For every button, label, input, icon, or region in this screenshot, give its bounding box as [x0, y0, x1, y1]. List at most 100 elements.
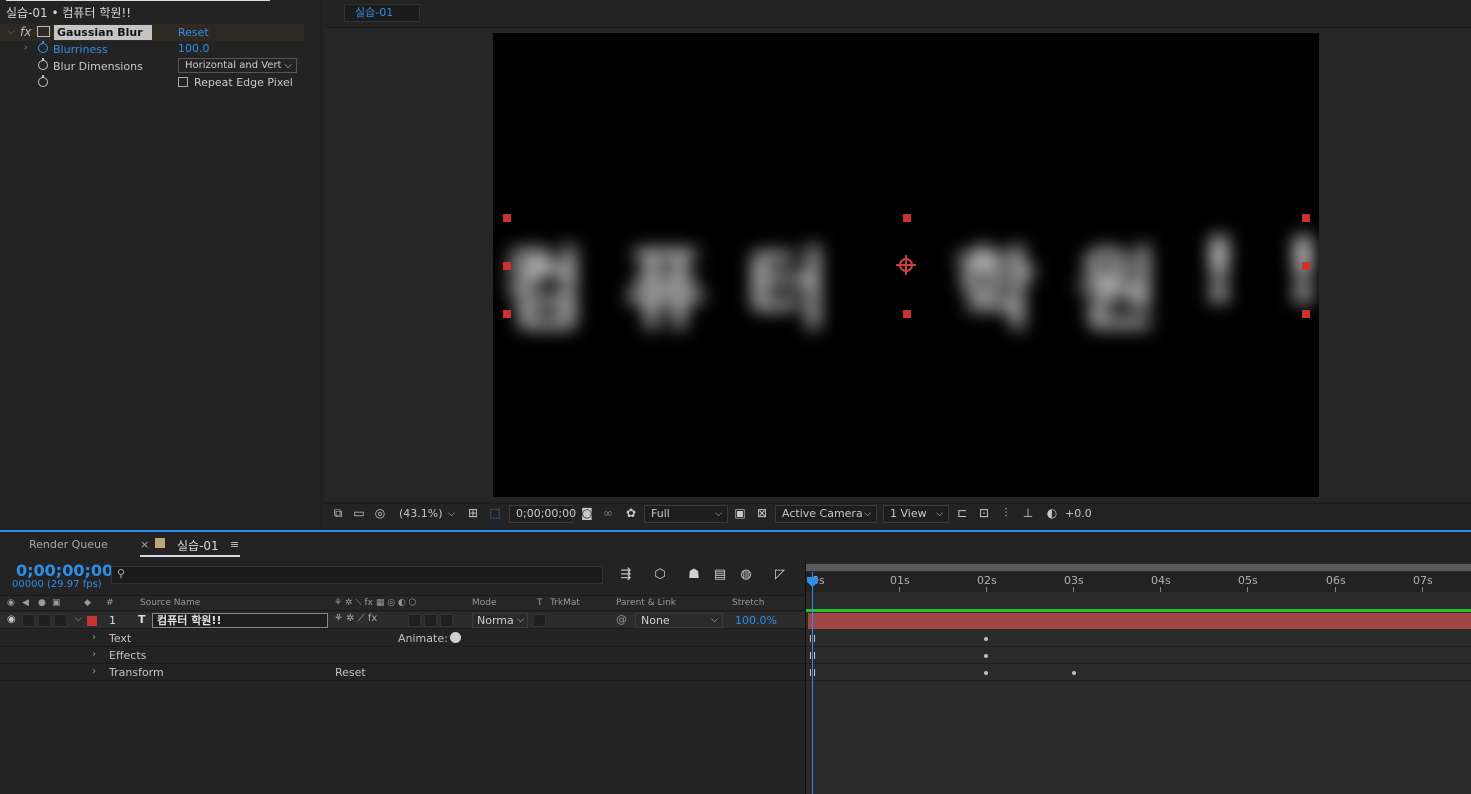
col-mode[interactable]: Mode: [472, 598, 497, 608]
composition-flowchart-icon[interactable]: ⊥: [1021, 506, 1035, 520]
resolution-dropdown[interactable]: Full ⌵: [644, 505, 728, 523]
show-snapshot-icon[interactable]: ∞: [601, 506, 615, 520]
switch-box[interactable]: [440, 614, 453, 627]
transform-handle[interactable]: [1302, 214, 1310, 222]
blur-dimensions-dropdown[interactable]: Horizontal and Vert ⌵: [178, 58, 297, 73]
lock-toggle[interactable]: [54, 614, 67, 627]
current-time-indicator[interactable]: [812, 572, 813, 794]
property-transform-label[interactable]: Transform: [109, 666, 164, 679]
transform-handle[interactable]: [903, 214, 911, 222]
exposure-reset-icon[interactable]: ◐: [1045, 506, 1059, 520]
audio-toggle[interactable]: [22, 614, 35, 627]
layer-switches-icons[interactable]: ⚘ ✲ ⟋ fx: [334, 613, 377, 624]
blurred-text-char: 학: [955, 238, 1036, 341]
keyframe-dot[interactable]: [984, 654, 988, 658]
trkmat-box[interactable]: [533, 614, 546, 627]
transform-handle[interactable]: [1302, 310, 1310, 318]
timeline-graph-area[interactable]: [806, 562, 1471, 794]
col-source-name[interactable]: Source Name: [140, 598, 200, 608]
col-trkmat[interactable]: TrkMat: [550, 598, 580, 608]
parent-dropdown[interactable]: None ⌵: [635, 613, 723, 628]
property-effects-label[interactable]: Effects: [109, 649, 146, 662]
chevron-right-icon[interactable]: ›: [92, 666, 96, 677]
switch-box[interactable]: [424, 614, 437, 627]
anchor-point-icon[interactable]: [896, 255, 916, 275]
blurriness-value[interactable]: 100.0: [178, 42, 210, 55]
current-time-display[interactable]: 0;00;00;00: [16, 561, 113, 580]
audio-icon[interactable]: ◀: [22, 598, 29, 608]
color-channels-icon[interactable]: ✿: [624, 506, 638, 520]
blend-mode-dropdown[interactable]: Norma ⌵: [472, 613, 528, 628]
chevron-right-icon[interactable]: ›: [92, 649, 96, 660]
grid-icon[interactable]: ⊞: [466, 506, 480, 520]
solo-toggle[interactable]: [38, 614, 51, 627]
frame-blending-icon[interactable]: ▤: [711, 567, 729, 583]
fast-preview-icon[interactable]: ▣: [733, 506, 747, 520]
transform-handle[interactable]: [503, 310, 511, 318]
chevron-right-icon[interactable]: ›: [92, 632, 96, 643]
composition-canvas[interactable]: 컴 퓨 터 학 원 ! !: [493, 33, 1319, 497]
lock-icon[interactable]: ▣: [52, 598, 61, 608]
flowchart-icon[interactable]: ⫶: [999, 506, 1013, 520]
keyframe-dot[interactable]: [984, 671, 988, 675]
mask-icon[interactable]: ◎: [373, 506, 387, 520]
work-area-bar[interactable]: [806, 564, 1471, 571]
view-layout-dropdown[interactable]: 1 View ⌵: [883, 505, 949, 523]
composition-mini-flowchart-icon[interactable]: ⇶: [617, 567, 635, 583]
repeat-edge-checkbox[interactable]: [178, 77, 188, 87]
keyframe-dot[interactable]: [1072, 671, 1076, 675]
switch-box[interactable]: [408, 614, 421, 627]
layer-search-input[interactable]: [111, 566, 603, 584]
transparency-grid-icon[interactable]: ⊠: [755, 506, 769, 520]
effect-reset-link[interactable]: Reset: [178, 26, 209, 39]
draft-3d-toggle-icon[interactable]: ⬡: [651, 567, 669, 583]
draft-3d-icon[interactable]: ⊡: [977, 506, 991, 520]
tab-comp[interactable]: 실습-01: [177, 537, 219, 554]
camera-snapshot-icon[interactable]: ◙: [580, 506, 594, 520]
effect-row-gaussian-blur[interactable]: ⌵ fx Gaussian Blur Reset: [0, 24, 304, 41]
stopwatch-icon[interactable]: [38, 58, 48, 70]
label-color-chip[interactable]: [87, 616, 97, 626]
transform-handle[interactable]: [503, 214, 511, 222]
animate-play-icon[interactable]: [450, 632, 461, 643]
tab-render-queue[interactable]: Render Queue: [29, 538, 108, 551]
transform-handle[interactable]: [503, 262, 511, 270]
layer-name-field[interactable]: 컴퓨터 학원!!: [152, 613, 328, 628]
property-text-label[interactable]: Text: [109, 632, 131, 645]
col-parent[interactable]: Parent & Link: [616, 598, 676, 608]
transform-handle[interactable]: [903, 310, 911, 318]
toggle-pixel-aspect-icon[interactable]: ⊏: [955, 506, 969, 520]
chevron-down-icon[interactable]: ⌵: [75, 614, 82, 624]
fx-icon[interactable]: fx: [20, 25, 31, 39]
close-icon[interactable]: ×: [140, 538, 149, 551]
pick-whip-icon[interactable]: @: [616, 613, 627, 626]
monitor-icon[interactable]: ▭: [352, 506, 366, 520]
chevron-right-icon[interactable]: ›: [24, 43, 28, 53]
motion-blur-icon[interactable]: ◍: [737, 567, 755, 583]
stretch-value[interactable]: 100.0%: [735, 614, 777, 627]
zoom-dropdown[interactable]: (43.1%): [399, 507, 443, 520]
label-icon[interactable]: ◆: [84, 598, 91, 608]
solo-icon[interactable]: ●: [38, 598, 46, 608]
transform-handle[interactable]: [1302, 262, 1310, 270]
eye-icon[interactable]: ◉: [7, 614, 16, 625]
eye-icon[interactable]: ◉: [7, 598, 15, 608]
viewer-timecode[interactable]: 0;00;00;00: [509, 505, 576, 523]
stopwatch-icon[interactable]: [38, 75, 48, 87]
chevron-down-icon[interactable]: ⌵: [8, 27, 15, 37]
transform-reset-link[interactable]: Reset: [335, 666, 366, 679]
shy-layers-icon[interactable]: ☗: [685, 567, 703, 583]
effect-name[interactable]: Gaussian Blur: [54, 25, 152, 40]
always-preview-icon[interactable]: ⧉: [331, 506, 345, 520]
graph-editor-icon[interactable]: ◸: [771, 567, 789, 583]
panel-menu-icon[interactable]: ≡: [230, 538, 239, 551]
property-repeat-edge: Repeat Edge Pixel: [0, 75, 304, 92]
stopwatch-icon[interactable]: [38, 41, 48, 53]
exposure-value[interactable]: +0.0: [1065, 507, 1092, 520]
viewer-comp-tab[interactable]: 실습-01: [344, 4, 420, 22]
col-stretch[interactable]: Stretch: [732, 598, 764, 608]
region-of-interest-icon[interactable]: ⬚: [488, 506, 502, 520]
camera-dropdown[interactable]: Active Camera ⌵: [775, 505, 877, 523]
keyframe-dot[interactable]: [984, 637, 988, 641]
layer-duration-bar[interactable]: [808, 613, 1471, 629]
